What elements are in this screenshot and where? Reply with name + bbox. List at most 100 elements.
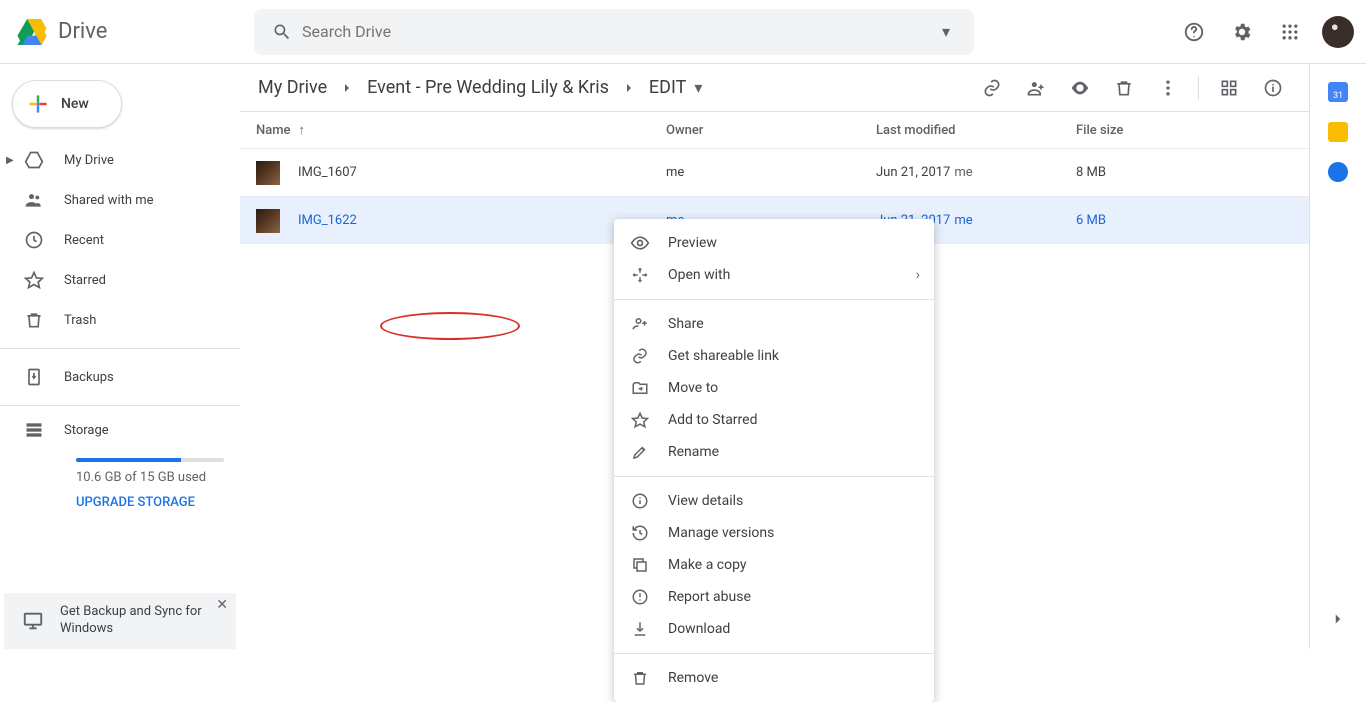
ctx-make-copy[interactable]: Make a copy xyxy=(614,549,934,581)
people-icon xyxy=(24,190,44,210)
divider xyxy=(0,348,240,349)
ctx-open-with[interactable]: Open with› xyxy=(614,259,934,291)
trash-icon xyxy=(24,310,44,330)
promo-text: Get Backup and Sync for Windows xyxy=(60,604,224,638)
file-name: IMG_1622 xyxy=(298,213,666,228)
ctx-report-abuse[interactable]: Report abuse xyxy=(614,581,934,613)
share-person-icon[interactable] xyxy=(1016,68,1056,108)
new-button-label: New xyxy=(61,96,89,112)
col-name[interactable]: Name ↑ xyxy=(256,122,666,138)
breadcrumb-root[interactable]: My Drive xyxy=(256,73,329,102)
file-name: IMG_1607 xyxy=(298,165,666,180)
file-thumbnail xyxy=(256,209,280,233)
ctx-share[interactable]: Share xyxy=(614,308,934,340)
ctx-remove[interactable]: Remove xyxy=(614,662,934,694)
calendar-addon-icon[interactable]: 31 xyxy=(1328,82,1348,102)
storage-label: Storage xyxy=(64,423,109,438)
breadcrumb-dropdown-icon[interactable]: ▾ xyxy=(694,78,702,97)
promo-banner[interactable]: Get Backup and Sync for Windows ✕ xyxy=(4,593,236,649)
desktop-icon xyxy=(22,610,44,632)
chevron-right-icon: › xyxy=(916,267,920,283)
divider xyxy=(0,405,240,406)
search-icon[interactable] xyxy=(262,12,302,52)
ctx-get-link[interactable]: Get shareable link xyxy=(614,340,934,372)
divider xyxy=(614,653,934,654)
ctx-rename[interactable]: Rename xyxy=(614,436,934,468)
copy-icon xyxy=(630,555,650,575)
sidebar-item-label: Recent xyxy=(64,233,104,248)
ctx-label: Get shareable link xyxy=(668,348,779,364)
storage-block: 10.6 GB of 15 GB used UPGRADE STORAGE xyxy=(0,446,240,520)
close-icon[interactable]: ✕ xyxy=(216,597,228,613)
settings-gear-icon[interactable] xyxy=(1222,12,1262,52)
divider xyxy=(1198,76,1199,100)
col-size[interactable]: File size xyxy=(1076,123,1293,138)
header-icons xyxy=(1174,12,1358,52)
sidebar: New ▶ My Drive Shared with me Recent Sta… xyxy=(0,64,240,649)
search-input[interactable] xyxy=(302,22,926,41)
history-icon xyxy=(630,523,650,543)
sidebar-item-storage[interactable]: Storage xyxy=(0,414,228,446)
keep-addon-icon[interactable] xyxy=(1328,122,1348,142)
col-owner[interactable]: Owner xyxy=(666,123,876,138)
ctx-label: Download xyxy=(668,621,730,637)
chevron-right-icon xyxy=(621,80,637,96)
sidebar-item-label: Backups xyxy=(64,370,114,385)
sidebar-item-recent[interactable]: Recent xyxy=(0,220,228,260)
storage-icon xyxy=(24,420,44,440)
account-avatar[interactable] xyxy=(1322,16,1354,48)
search-bar[interactable]: ▾ xyxy=(254,9,974,55)
drive-logo-icon xyxy=(12,12,52,52)
col-name-label: Name xyxy=(256,123,291,138)
apps-grid-icon[interactable] xyxy=(1270,12,1310,52)
header: Drive ▾ xyxy=(0,0,1366,64)
help-icon[interactable] xyxy=(1174,12,1214,52)
preview-eye-icon[interactable] xyxy=(1060,68,1100,108)
storage-fill xyxy=(76,458,181,462)
col-modified[interactable]: Last modified xyxy=(876,123,1076,138)
ctx-add-star[interactable]: Add to Starred xyxy=(614,404,934,436)
context-menu: Preview Open with› Share Get shareable l… xyxy=(614,219,934,702)
eye-icon xyxy=(630,233,650,253)
search-options-icon[interactable]: ▾ xyxy=(926,22,966,41)
info-icon[interactable] xyxy=(1253,68,1293,108)
ctx-move-to[interactable]: Move to xyxy=(614,372,934,404)
file-owner: me xyxy=(666,165,876,180)
download-icon xyxy=(630,619,650,639)
delete-icon[interactable] xyxy=(1104,68,1144,108)
breadcrumb-folder[interactable]: Event - Pre Wedding Lily & Kris xyxy=(365,73,611,102)
sidebar-item-shared[interactable]: Shared with me xyxy=(0,180,228,220)
sidebar-item-label: Starred xyxy=(64,273,106,288)
tasks-addon-icon[interactable] xyxy=(1328,162,1348,182)
info-icon xyxy=(630,491,650,511)
breadcrumb-current[interactable]: EDIT xyxy=(647,73,688,102)
expand-caret-icon[interactable]: ▶ xyxy=(6,155,14,166)
upgrade-storage-link[interactable]: UPGRADE STORAGE xyxy=(76,495,224,510)
grid-view-icon[interactable] xyxy=(1209,68,1249,108)
sidebar-item-mydrive[interactable]: ▶ My Drive xyxy=(0,140,228,180)
link-icon[interactable] xyxy=(972,68,1012,108)
sidebar-item-backups[interactable]: Backups xyxy=(0,357,228,397)
mydrive-icon xyxy=(24,150,44,170)
more-actions-icon[interactable] xyxy=(1148,68,1188,108)
divider xyxy=(614,299,934,300)
side-panel-toggle-icon[interactable] xyxy=(1320,601,1356,637)
sidebar-item-label: Trash xyxy=(64,313,96,328)
storage-bar xyxy=(76,458,224,462)
sidebar-item-trash[interactable]: Trash xyxy=(0,300,228,340)
main: My Drive Event - Pre Wedding Lily & Kris… xyxy=(240,64,1310,649)
storage-text: 10.6 GB of 15 GB used xyxy=(76,470,224,485)
logo-area[interactable]: Drive xyxy=(12,12,254,52)
ctx-label: Move to xyxy=(668,380,718,396)
ctx-download[interactable]: Download xyxy=(614,613,934,645)
sort-arrow-up-icon[interactable]: ↑ xyxy=(299,122,306,138)
file-row[interactable]: IMG_1607 me Jun 21, 2017me 8 MB xyxy=(240,148,1309,196)
ctx-view-details[interactable]: View details xyxy=(614,485,934,517)
report-icon xyxy=(630,587,650,607)
new-button[interactable]: New xyxy=(12,80,122,128)
sidebar-item-starred[interactable]: Starred xyxy=(0,260,228,300)
ctx-preview[interactable]: Preview xyxy=(614,227,934,259)
ctx-manage-versions[interactable]: Manage versions xyxy=(614,517,934,549)
columns-header: Name ↑ Owner Last modified File size xyxy=(240,112,1309,148)
ctx-label: Preview xyxy=(668,235,717,251)
